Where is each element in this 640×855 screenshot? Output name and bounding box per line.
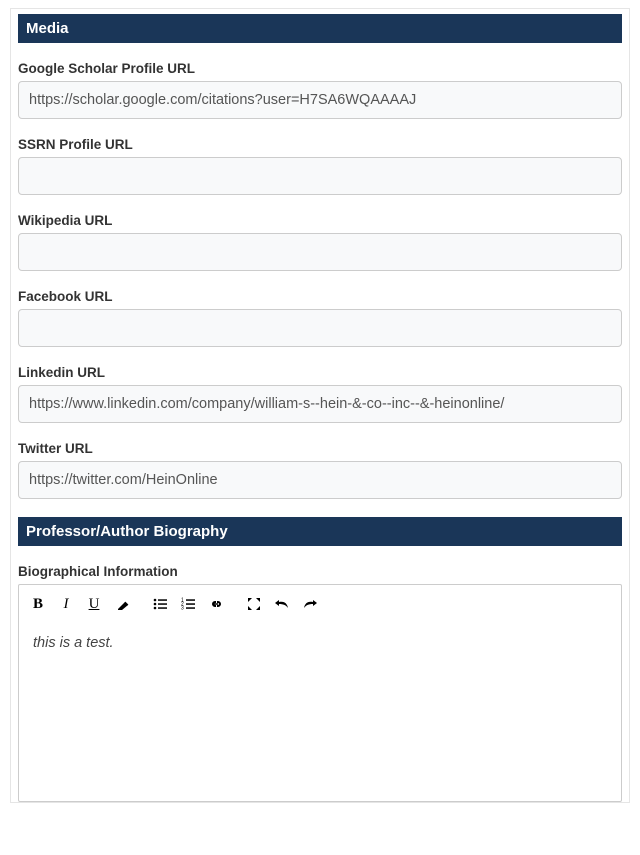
ordered-list-icon[interactable]: 1 2 3 [175, 593, 201, 615]
input-ssrn[interactable] [18, 157, 622, 195]
input-google-scholar[interactable] [18, 81, 622, 119]
field-ssrn: SSRN Profile URL [18, 137, 622, 195]
field-biography: Biographical Information B I U [18, 564, 622, 802]
svg-text:3: 3 [181, 606, 184, 612]
editor-content[interactable]: this is a test. [19, 621, 621, 801]
richtext-editor: B I U 1 2 [18, 584, 622, 802]
label-facebook: Facebook URL [18, 289, 622, 304]
editor-text: this is a test. [33, 635, 114, 651]
input-linkedin[interactable] [18, 385, 622, 423]
italic-button[interactable]: I [53, 593, 79, 615]
input-wikipedia[interactable] [18, 233, 622, 271]
input-twitter[interactable] [18, 461, 622, 499]
underline-button[interactable]: U [81, 593, 107, 615]
field-wikipedia: Wikipedia URL [18, 213, 622, 271]
section-header-biography: Professor/Author Biography [18, 517, 622, 546]
input-facebook[interactable] [18, 309, 622, 347]
label-biography: Biographical Information [18, 564, 622, 579]
label-linkedin: Linkedin URL [18, 365, 622, 380]
label-ssrn: SSRN Profile URL [18, 137, 622, 152]
bold-button[interactable]: B [25, 593, 51, 615]
redo-icon[interactable] [297, 593, 323, 615]
field-twitter: Twitter URL [18, 441, 622, 499]
fullscreen-icon[interactable] [241, 593, 267, 615]
label-wikipedia: Wikipedia URL [18, 213, 622, 228]
field-linkedin: Linkedin URL [18, 365, 622, 423]
label-twitter: Twitter URL [18, 441, 622, 456]
field-google-scholar: Google Scholar Profile URL [18, 61, 622, 119]
label-google-scholar: Google Scholar Profile URL [18, 61, 622, 76]
link-icon[interactable] [203, 593, 229, 615]
unordered-list-icon[interactable] [147, 593, 173, 615]
undo-icon[interactable] [269, 593, 295, 615]
editor-toolbar: B I U 1 2 [19, 585, 621, 621]
field-facebook: Facebook URL [18, 289, 622, 347]
section-header-media: Media [18, 14, 622, 43]
eraser-icon[interactable] [109, 593, 135, 615]
